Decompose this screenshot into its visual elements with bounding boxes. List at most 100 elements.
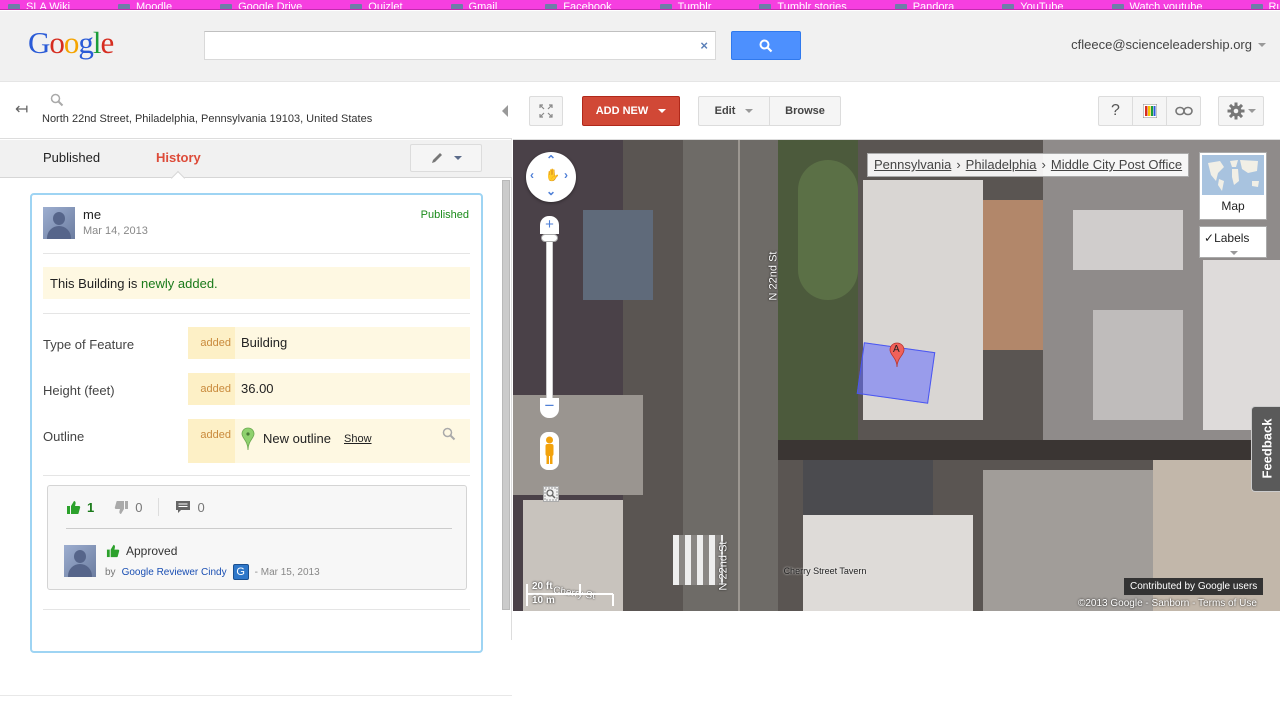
search-icon[interactable] xyxy=(442,427,456,441)
bookmark-icon xyxy=(220,4,232,10)
vote-row: 1 0 0 xyxy=(66,498,205,516)
thumbs-down-icon[interactable] xyxy=(114,500,129,515)
pan-up-icon[interactable]: ⌃ xyxy=(546,153,556,167)
pan-right-icon[interactable]: › xyxy=(564,168,568,182)
terms-of-use-link[interactable]: Terms of Use xyxy=(1198,598,1257,609)
bookmark-item[interactable]: Facebook xyxy=(545,0,611,10)
bookmark-item[interactable]: Watch youtube xyxy=(1112,0,1203,10)
map-pin-icon xyxy=(241,427,255,451)
bookmark-item[interactable]: Rules to live xyxy=(1251,0,1280,10)
breadcrumb-link[interactable]: Pennsylvania xyxy=(874,157,951,173)
reviewer-link[interactable]: Google Reviewer Cindy xyxy=(122,567,227,578)
pan-left-icon[interactable]: ‹ xyxy=(530,168,534,182)
show-outline-link[interactable]: Show xyxy=(344,433,372,445)
map-roof xyxy=(1073,210,1183,270)
map-street xyxy=(778,440,1280,460)
pegman-icon xyxy=(540,432,559,470)
bookmark-item[interactable]: YouTube xyxy=(1002,0,1063,10)
account-menu[interactable]: cfleece@scienceleadership.org xyxy=(1071,37,1266,52)
color-legend-button[interactable] xyxy=(1132,96,1167,126)
edit-dropdown-button[interactable] xyxy=(410,144,482,172)
address-bar: ↤ North 22nd Street, Philadelphia, Penns… xyxy=(0,83,512,139)
scrollbar-thumb[interactable] xyxy=(502,180,510,610)
help-button[interactable]: ? xyxy=(1098,96,1133,126)
collapse-panel-icon[interactable] xyxy=(502,105,508,117)
thumbs-up-icon[interactable] xyxy=(66,500,81,515)
expand-icon xyxy=(539,104,553,118)
tab-history[interactable]: History xyxy=(156,150,201,165)
search-input[interactable] xyxy=(205,32,685,59)
labels-toggle[interactable]: ✓Labels xyxy=(1199,226,1267,258)
contributed-notice: Contributed by Google users xyxy=(1124,578,1263,595)
pencil-icon xyxy=(430,151,444,165)
map-roof xyxy=(803,515,973,611)
bookmarks-bar: SLA Wiki Moodle Google Drive Quizlet Gma… xyxy=(0,0,1280,10)
bookmark-icon xyxy=(118,4,130,10)
review-status: Approved xyxy=(106,544,177,558)
avatar xyxy=(43,207,75,239)
bookmark-item[interactable]: Google Drive xyxy=(220,0,302,10)
chevron-down-icon xyxy=(1230,251,1238,255)
review-byline: by Google Reviewer Cindy G - Mar 15, 201… xyxy=(105,564,320,580)
street-view-pegman[interactable] xyxy=(540,432,559,470)
google-reviewer-badge-icon: G xyxy=(233,564,249,580)
google-logo[interactable]: Google xyxy=(28,25,113,61)
zoom-box-button[interactable] xyxy=(543,486,559,502)
bookmark-item[interactable]: Pandora xyxy=(895,0,955,10)
reviewer-avatar xyxy=(64,545,96,577)
edit-button[interactable]: Edit xyxy=(698,96,770,126)
breadcrumb-link[interactable]: Middle City Post Office xyxy=(1051,157,1182,173)
poi-label[interactable]: Cherry Street Tavern xyxy=(775,566,875,576)
edit-date: Mar 14, 2013 xyxy=(83,225,148,237)
settings-button[interactable] xyxy=(1218,96,1264,126)
link-button[interactable] xyxy=(1166,96,1201,126)
pan-control[interactable]: ⌃ ⌄ ‹ › ✋ xyxy=(526,152,576,202)
comment-icon[interactable] xyxy=(175,500,191,515)
field-label-type: Type of Feature xyxy=(43,337,134,352)
link-icon xyxy=(1175,106,1193,116)
address-text: North 22nd Street, Philadelphia, Pennsyl… xyxy=(42,113,372,125)
tab-published[interactable]: Published xyxy=(43,150,100,165)
status-badge: Published xyxy=(421,209,469,221)
zoom-in-button[interactable]: + xyxy=(540,216,559,234)
downvote-count: 0 xyxy=(135,500,142,515)
back-arrow-icon[interactable]: ↤ xyxy=(15,99,28,119)
add-new-button[interactable]: ADD NEW xyxy=(582,96,680,126)
world-map-icon xyxy=(1202,155,1264,195)
map-canvas[interactable]: N 22nd St N 22nd St Cherry St Cherry Str… xyxy=(513,140,1280,611)
review-date: - Mar 15, 2013 xyxy=(255,567,320,578)
bookmark-item[interactable]: Moodle xyxy=(118,0,172,10)
feedback-tab[interactable]: Feedback xyxy=(1251,406,1280,492)
copyright-text: ©2013 Google - Sanborn - Terms of Use xyxy=(1078,598,1257,609)
map-roof xyxy=(803,460,933,515)
bookmark-item[interactable]: Tumblr stories xyxy=(759,0,846,10)
bookmark-icon xyxy=(1002,4,1014,10)
marker-a[interactable]: A xyxy=(889,342,905,373)
map-roof xyxy=(1093,310,1183,420)
map-type-button[interactable]: Map xyxy=(1199,152,1267,220)
color-bars-icon xyxy=(1143,104,1157,118)
bookmark-item[interactable]: Quizlet xyxy=(350,0,402,10)
search-icon[interactable] xyxy=(50,93,64,107)
thumbs-up-icon xyxy=(106,544,120,558)
account-email: cfleece@scienceleadership.org xyxy=(1071,37,1252,52)
bookmark-item[interactable]: Tumblr xyxy=(660,0,712,10)
bookmark-item[interactable]: SLA Wiki xyxy=(8,0,70,10)
clear-search-icon[interactable]: × xyxy=(700,38,708,53)
zoom-out-button[interactable]: − xyxy=(540,398,559,418)
checkmark-icon: ✓ xyxy=(1204,231,1214,245)
breadcrumb-link[interactable]: Philadelphia xyxy=(966,157,1037,173)
zoom-slider-track[interactable] xyxy=(546,234,553,406)
hand-icon: ✋ xyxy=(545,168,560,182)
map-roof xyxy=(583,210,653,300)
browse-button[interactable]: Browse xyxy=(769,96,841,126)
map-breadcrumb: Pennsylvania › Philadelphia › Middle Cit… xyxy=(867,153,1189,177)
upvote-count: 1 xyxy=(87,500,94,515)
review-box: 1 0 0 Approved by Google Reviewer Cindy … xyxy=(47,485,467,590)
fullscreen-button[interactable] xyxy=(529,96,563,126)
search-button[interactable] xyxy=(731,31,801,60)
bookmark-item[interactable]: Gmail xyxy=(451,0,498,10)
pan-down-icon[interactable]: ⌄ xyxy=(546,184,556,198)
map-bottom-strip xyxy=(513,611,1280,640)
zoom-slider-thumb[interactable] xyxy=(541,234,558,242)
